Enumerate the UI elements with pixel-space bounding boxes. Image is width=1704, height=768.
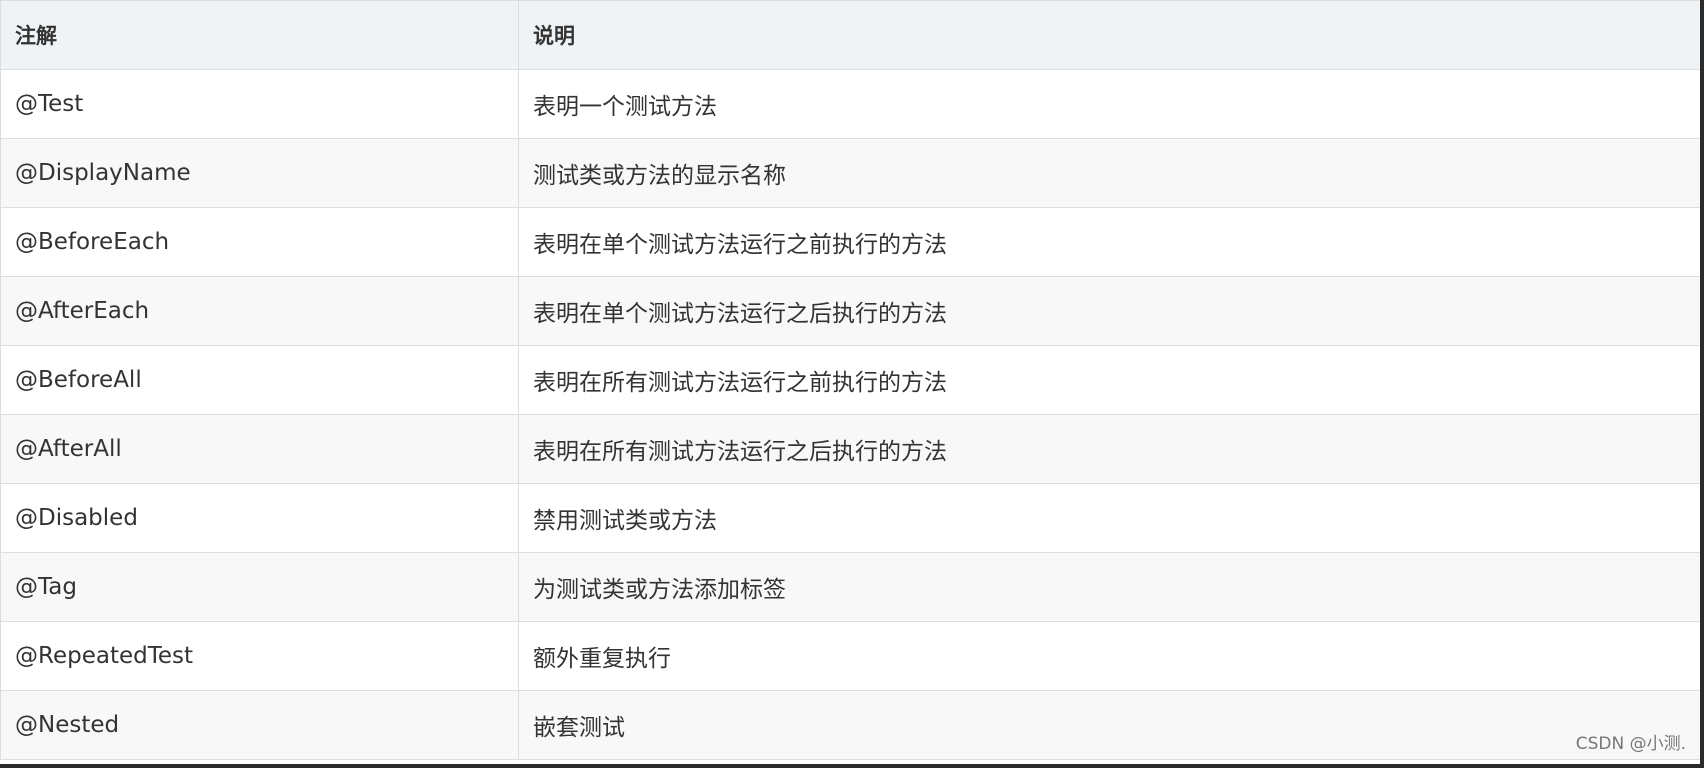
table-row: @RepeatedTest 额外重复执行 (0, 621, 1700, 691)
table-header-row: 注解 说明 (0, 0, 1700, 70)
table-row: @BeforeEach 表明在单个测试方法运行之前执行的方法 (0, 207, 1700, 277)
description-cell: 额外重复执行 (518, 621, 1700, 691)
header-description: 说明 (518, 0, 1700, 70)
annotation-cell: @Test (0, 69, 519, 139)
page: 注解 说明 @Test 表明一个测试方法 @DisplayName 测试类或方法… (0, 0, 1704, 768)
table-row: @Disabled 禁用测试类或方法 (0, 483, 1700, 553)
annotation-cell: @Nested (0, 690, 519, 760)
description-cell: 表明在单个测试方法运行之前执行的方法 (518, 207, 1700, 277)
table-row: @BeforeAll 表明在所有测试方法运行之前执行的方法 (0, 345, 1700, 415)
annotation-cell: @Tag (0, 552, 519, 622)
description-cell: 表明一个测试方法 (518, 69, 1700, 139)
annotation-cell: @BeforeAll (0, 345, 519, 415)
description-cell: 表明在所有测试方法运行之前执行的方法 (518, 345, 1700, 415)
annotation-cell: @AfterAll (0, 414, 519, 484)
table-row: @Test 表明一个测试方法 (0, 69, 1700, 139)
description-cell: 测试类或方法的显示名称 (518, 138, 1700, 208)
annotation-table-container: 注解 说明 @Test 表明一个测试方法 @DisplayName 测试类或方法… (0, 0, 1700, 764)
table-row: @DisplayName 测试类或方法的显示名称 (0, 138, 1700, 208)
description-cell: 表明在单个测试方法运行之后执行的方法 (518, 276, 1700, 346)
annotation-cell: @DisplayName (0, 138, 519, 208)
description-cell: 表明在所有测试方法运行之后执行的方法 (518, 414, 1700, 484)
description-cell: 禁用测试类或方法 (518, 483, 1700, 553)
description-cell: 嵌套测试 (518, 690, 1700, 760)
description-cell: 为测试类或方法添加标签 (518, 552, 1700, 622)
table-row: @Tag 为测试类或方法添加标签 (0, 552, 1700, 622)
table-row: @AfterAll 表明在所有测试方法运行之后执行的方法 (0, 414, 1700, 484)
table-row: @Nested 嵌套测试 (0, 690, 1700, 760)
annotation-cell: @AfterEach (0, 276, 519, 346)
csdn-watermark: CSDN @小测. (1575, 734, 1686, 754)
annotation-cell: @Disabled (0, 483, 519, 553)
annotation-cell: @BeforeEach (0, 207, 519, 277)
annotation-cell: @RepeatedTest (0, 621, 519, 691)
annotation-table: 注解 说明 @Test 表明一个测试方法 @DisplayName 测试类或方法… (0, 0, 1700, 760)
table-row: @AfterEach 表明在单个测试方法运行之后执行的方法 (0, 276, 1700, 346)
header-annotation: 注解 (0, 0, 519, 70)
